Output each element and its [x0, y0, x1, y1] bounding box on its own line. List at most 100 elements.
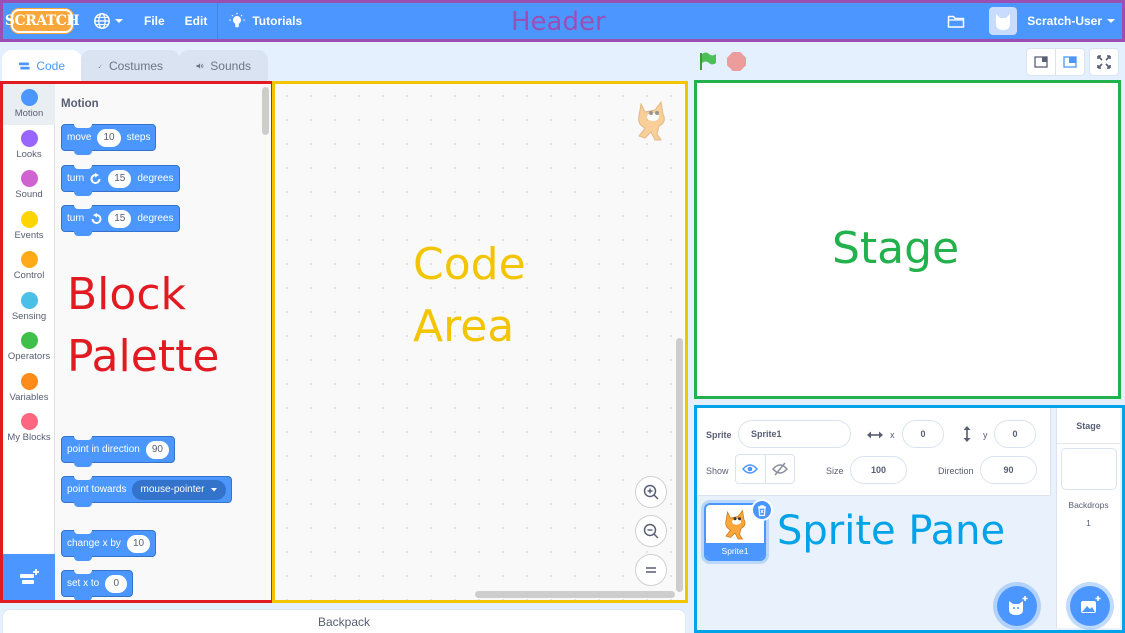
- palette-scrollbar[interactable]: [262, 87, 269, 135]
- hide-sprite-button[interactable]: [764, 455, 795, 483]
- show-sprite-button[interactable]: [736, 455, 765, 483]
- backpack[interactable]: Backpack: [2, 609, 686, 633]
- backdrops-label: Backdrops: [1068, 500, 1109, 510]
- code-area[interactable]: Code Area: [272, 81, 688, 603]
- y-position-input[interactable]: 0: [994, 420, 1036, 448]
- dropdown-value: mouse-pointer: [140, 484, 205, 495]
- block-change-x-by[interactable]: change x by 10: [61, 530, 157, 561]
- zoom-in-button[interactable]: [635, 476, 667, 508]
- block-text: point in direction: [67, 444, 140, 455]
- tab-sounds[interactable]: Sounds: [179, 50, 268, 82]
- my-stuff-folder-icon[interactable]: [947, 13, 965, 29]
- block-turn-left[interactable]: turn 15 degrees: [61, 205, 180, 236]
- backdrop-thumbnail[interactable]: [1060, 448, 1117, 490]
- category-label: Motion: [14, 108, 44, 120]
- add-extension-button[interactable]: [3, 554, 55, 600]
- edit-menu[interactable]: Edit: [175, 3, 218, 39]
- zoom-reset-button[interactable]: [635, 554, 667, 586]
- full-screen-icon: [1097, 55, 1111, 69]
- tab-sounds-label: Sounds: [210, 59, 251, 73]
- tab-code[interactable]: Code: [2, 50, 82, 82]
- category-my-blocks-dot: [20, 413, 38, 431]
- choose-sprite-button[interactable]: [997, 586, 1037, 626]
- block-point-towards[interactable]: point towards mouse-pointer: [61, 476, 233, 507]
- file-menu[interactable]: File: [134, 3, 175, 39]
- size-label: Size: [826, 466, 844, 476]
- direction-input[interactable]: 90: [980, 456, 1037, 484]
- block-dropdown[interactable]: mouse-pointer: [132, 479, 227, 500]
- category-my-blocks[interactable]: My Blocks: [3, 408, 55, 449]
- large-stage-icon: [1063, 56, 1077, 68]
- delete-sprite-button[interactable]: [751, 499, 773, 521]
- y-label: y: [983, 430, 988, 440]
- stage[interactable]: Stage: [694, 80, 1121, 399]
- block-text: steps: [126, 132, 151, 143]
- eye-slash-icon: [771, 462, 788, 476]
- category-control[interactable]: Control: [3, 246, 55, 287]
- block-palette: Motion Looks Sound Events Control Sensin…: [0, 81, 274, 603]
- zoom-out-button[interactable]: [635, 515, 667, 547]
- category-sensing[interactable]: Sensing: [3, 287, 55, 328]
- block-text: turn: [67, 173, 85, 184]
- block-turn-right[interactable]: turn 15 degrees: [61, 165, 180, 196]
- category-sound[interactable]: Sound: [3, 165, 55, 206]
- x-position-input[interactable]: 0: [902, 420, 944, 448]
- block-text: move: [67, 132, 92, 143]
- trash-icon: [758, 504, 766, 516]
- sprite-name-label: Sprite: [706, 430, 732, 440]
- category-looks[interactable]: Looks: [3, 125, 55, 166]
- block-move-steps[interactable]: move 10 steps: [61, 124, 157, 155]
- code-area-overlay-label: Code Area: [413, 234, 526, 358]
- category-operators[interactable]: Operators: [3, 327, 55, 368]
- code-area-horizontal-scrollbar[interactable]: [475, 591, 675, 598]
- backpack-label: Backpack: [317, 615, 371, 629]
- zoom-in-icon: [643, 484, 659, 500]
- choose-backdrop-button[interactable]: [1070, 586, 1110, 626]
- block-text: set x to: [67, 578, 100, 589]
- sprite-name-input[interactable]: Sprite1: [738, 420, 851, 448]
- tab-costumes-label: Costumes: [108, 59, 163, 73]
- horizontal-arrows-icon: [867, 431, 883, 439]
- sprite-thumbnail-cat-icon: [725, 509, 746, 540]
- eye-icon: [742, 464, 759, 474]
- category-events[interactable]: Events: [3, 206, 55, 247]
- block-point-in-direction[interactable]: point in direction 90: [61, 436, 175, 467]
- overlay-label-line: Palette: [67, 331, 220, 382]
- small-stage-button[interactable]: [1026, 48, 1056, 76]
- caret-down-icon: [115, 19, 123, 23]
- block-number-input[interactable]: 10: [97, 128, 121, 147]
- category-sound-dot: [20, 170, 38, 188]
- block-text: turn: [67, 213, 85, 224]
- username-menu[interactable]: Scratch-User: [1023, 3, 1106, 39]
- block-number-input[interactable]: 90: [145, 440, 169, 459]
- block-set-x-to[interactable]: set x to 0: [61, 570, 134, 600]
- category-motion[interactable]: Motion: [3, 84, 55, 125]
- stop-button[interactable]: [727, 52, 746, 71]
- scratch-logo[interactable]: SCRATCH: [5, 9, 80, 33]
- direction-label: Direction: [938, 466, 974, 476]
- tutorials-button[interactable]: Tutorials: [218, 3, 312, 39]
- category-variables[interactable]: Variables: [3, 368, 55, 409]
- block-number-input[interactable]: 0: [105, 574, 128, 593]
- stage-overlay-label: Stage: [832, 223, 960, 274]
- language-menu[interactable]: [83, 3, 134, 39]
- green-flag-button[interactable]: [698, 51, 718, 71]
- block-number-input[interactable]: 10: [126, 534, 151, 553]
- equals-icon: [646, 567, 656, 573]
- category-looks-dot: [20, 129, 38, 147]
- category-label: Sensing: [11, 310, 47, 322]
- header-overlay-label: Header: [511, 7, 606, 37]
- size-input[interactable]: 100: [850, 456, 907, 484]
- full-screen-button[interactable]: [1089, 48, 1119, 76]
- category-menu: Motion Looks Sound Events Control Sensin…: [3, 84, 55, 600]
- user-avatar[interactable]: [989, 7, 1018, 35]
- category-label: Control: [13, 270, 45, 282]
- code-area-vertical-scrollbar[interactable]: [676, 338, 683, 592]
- block-number-input[interactable]: 15: [108, 169, 132, 188]
- tab-costumes[interactable]: Costumes: [81, 50, 180, 82]
- caret-down-icon: [1107, 19, 1115, 23]
- large-stage-button[interactable]: [1055, 48, 1085, 76]
- block-number-input[interactable]: 15: [108, 209, 132, 228]
- category-events-dot: [20, 210, 38, 228]
- block-text: point towards: [67, 484, 127, 495]
